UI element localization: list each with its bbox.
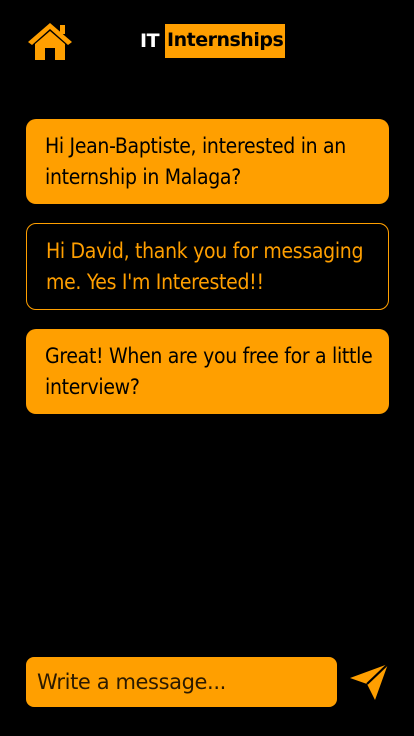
message-received: Hi Jean-Baptiste, interested in an inter…: [26, 119, 389, 204]
app-brand: IT Internships: [140, 24, 286, 58]
send-icon: [350, 663, 389, 700]
message-input[interactable]: [26, 657, 337, 707]
brand-prefix: IT: [140, 30, 160, 52]
brand-word: Internships: [165, 24, 286, 58]
home-button[interactable]: [25, 20, 75, 62]
message-received: Great! When are you free for a little in…: [26, 329, 389, 414]
message-list: Hi Jean-Baptiste, interested in an inter…: [26, 119, 389, 433]
home-icon: [28, 23, 72, 60]
send-button[interactable]: [348, 662, 390, 702]
message-sent: Hi David, thank you for messaging me. Ye…: [26, 223, 389, 310]
